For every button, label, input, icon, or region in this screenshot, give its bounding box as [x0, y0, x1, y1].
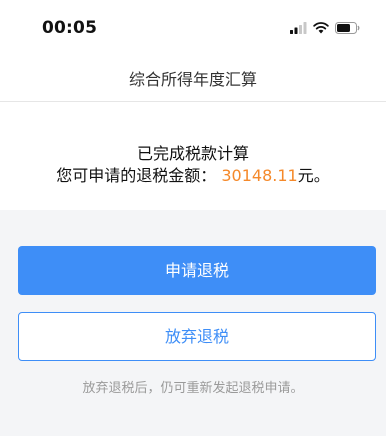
result-title: 已完成税款计算 — [136, 144, 249, 163]
refund-unit: 元。 — [297, 166, 330, 185]
status-time: 00:05 — [42, 18, 98, 38]
result-panel: 已完成税款计算 您可申请的退税金额： 30148.11元。 — [0, 102, 386, 210]
signal-icon — [290, 22, 307, 34]
battery-icon — [335, 22, 360, 34]
apply-refund-button[interactable]: 申请退税 — [18, 246, 376, 295]
abandon-hint: 放弃退税后，仍可重新发起退税申请。 — [82, 381, 304, 396]
page-title: 综合所得年度汇算 — [128, 70, 257, 89]
status-bar: 00:05 — [0, 0, 386, 54]
abandon-refund-button[interactable]: 放弃退税 — [18, 312, 376, 361]
refund-amount: 30148.11 — [221, 166, 298, 185]
wifi-icon — [313, 22, 329, 34]
actions-section: 申请退税 放弃退税 放弃退税后，仍可重新发起退税申请。 — [0, 210, 386, 436]
refund-line: 您可申请的退税金额： 30148.11元。 — [0, 162, 386, 186]
nav-bar: 综合所得年度汇算 — [0, 54, 386, 102]
refund-label: 您可申请的退税金额： — [56, 166, 217, 185]
status-icons — [290, 20, 360, 36]
